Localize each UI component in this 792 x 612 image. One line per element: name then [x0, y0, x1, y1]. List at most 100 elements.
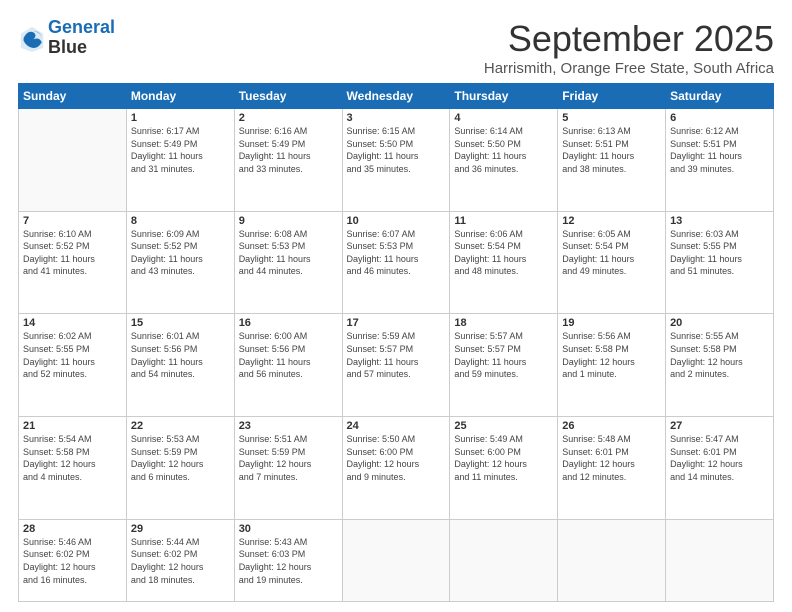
- table-row: [558, 519, 666, 601]
- day-number: 21: [23, 420, 122, 432]
- col-tuesday: Tuesday: [234, 84, 342, 109]
- day-info: Sunrise: 5:54 AM Sunset: 5:58 PM Dayligh…: [23, 433, 122, 483]
- day-info: Sunrise: 5:43 AM Sunset: 6:03 PM Dayligh…: [239, 536, 338, 586]
- day-info: Sunrise: 6:09 AM Sunset: 5:52 PM Dayligh…: [131, 228, 230, 278]
- day-number: 5: [562, 112, 661, 124]
- day-info: Sunrise: 6:00 AM Sunset: 5:56 PM Dayligh…: [239, 330, 338, 380]
- table-row: 1Sunrise: 6:17 AM Sunset: 5:49 PM Daylig…: [126, 109, 234, 212]
- table-row: 13Sunrise: 6:03 AM Sunset: 5:55 PM Dayli…: [666, 211, 774, 314]
- day-number: 19: [562, 317, 661, 329]
- day-number: 14: [23, 317, 122, 329]
- col-saturday: Saturday: [666, 84, 774, 109]
- day-info: Sunrise: 5:59 AM Sunset: 5:57 PM Dayligh…: [347, 330, 446, 380]
- logo-icon: [18, 24, 46, 52]
- table-row: 7Sunrise: 6:10 AM Sunset: 5:52 PM Daylig…: [19, 211, 127, 314]
- table-row: 18Sunrise: 5:57 AM Sunset: 5:57 PM Dayli…: [450, 314, 558, 417]
- week-row-5: 28Sunrise: 5:46 AM Sunset: 6:02 PM Dayli…: [19, 519, 774, 601]
- day-number: 10: [347, 215, 446, 227]
- day-info: Sunrise: 5:51 AM Sunset: 5:59 PM Dayligh…: [239, 433, 338, 483]
- day-number: 16: [239, 317, 338, 329]
- day-info: Sunrise: 5:47 AM Sunset: 6:01 PM Dayligh…: [670, 433, 769, 483]
- week-row-1: 1Sunrise: 6:17 AM Sunset: 5:49 PM Daylig…: [19, 109, 774, 212]
- table-row: 27Sunrise: 5:47 AM Sunset: 6:01 PM Dayli…: [666, 417, 774, 520]
- day-info: Sunrise: 6:12 AM Sunset: 5:51 PM Dayligh…: [670, 125, 769, 175]
- day-number: 9: [239, 215, 338, 227]
- day-info: Sunrise: 5:53 AM Sunset: 5:59 PM Dayligh…: [131, 433, 230, 483]
- day-number: 13: [670, 215, 769, 227]
- day-number: 6: [670, 112, 769, 124]
- header-row: Sunday Monday Tuesday Wednesday Thursday…: [19, 84, 774, 109]
- table-row: 28Sunrise: 5:46 AM Sunset: 6:02 PM Dayli…: [19, 519, 127, 601]
- table-row: 8Sunrise: 6:09 AM Sunset: 5:52 PM Daylig…: [126, 211, 234, 314]
- day-info: Sunrise: 6:02 AM Sunset: 5:55 PM Dayligh…: [23, 330, 122, 380]
- table-row: 22Sunrise: 5:53 AM Sunset: 5:59 PM Dayli…: [126, 417, 234, 520]
- day-number: 7: [23, 215, 122, 227]
- day-info: Sunrise: 6:05 AM Sunset: 5:54 PM Dayligh…: [562, 228, 661, 278]
- day-info: Sunrise: 5:49 AM Sunset: 6:00 PM Dayligh…: [454, 433, 553, 483]
- day-number: 26: [562, 420, 661, 432]
- table-row: 10Sunrise: 6:07 AM Sunset: 5:53 PM Dayli…: [342, 211, 450, 314]
- day-info: Sunrise: 6:03 AM Sunset: 5:55 PM Dayligh…: [670, 228, 769, 278]
- day-info: Sunrise: 5:46 AM Sunset: 6:02 PM Dayligh…: [23, 536, 122, 586]
- day-info: Sunrise: 6:16 AM Sunset: 5:49 PM Dayligh…: [239, 125, 338, 175]
- table-row: [19, 109, 127, 212]
- week-row-4: 21Sunrise: 5:54 AM Sunset: 5:58 PM Dayli…: [19, 417, 774, 520]
- table-row: 3Sunrise: 6:15 AM Sunset: 5:50 PM Daylig…: [342, 109, 450, 212]
- day-number: 25: [454, 420, 553, 432]
- day-number: 18: [454, 317, 553, 329]
- day-number: 30: [239, 523, 338, 535]
- logo: General Blue: [18, 18, 115, 58]
- day-info: Sunrise: 5:50 AM Sunset: 6:00 PM Dayligh…: [347, 433, 446, 483]
- header: General Blue September 2025 Harrismith, …: [18, 18, 774, 77]
- day-info: Sunrise: 6:06 AM Sunset: 5:54 PM Dayligh…: [454, 228, 553, 278]
- page: General Blue September 2025 Harrismith, …: [0, 0, 792, 612]
- table-row: 25Sunrise: 5:49 AM Sunset: 6:00 PM Dayli…: [450, 417, 558, 520]
- day-number: 24: [347, 420, 446, 432]
- logo-text: General Blue: [48, 18, 115, 58]
- day-info: Sunrise: 5:56 AM Sunset: 5:58 PM Dayligh…: [562, 330, 661, 380]
- day-number: 4: [454, 112, 553, 124]
- day-info: Sunrise: 6:08 AM Sunset: 5:53 PM Dayligh…: [239, 228, 338, 278]
- col-wednesday: Wednesday: [342, 84, 450, 109]
- day-info: Sunrise: 6:14 AM Sunset: 5:50 PM Dayligh…: [454, 125, 553, 175]
- table-row: [342, 519, 450, 601]
- day-info: Sunrise: 6:10 AM Sunset: 5:52 PM Dayligh…: [23, 228, 122, 278]
- day-number: 8: [131, 215, 230, 227]
- table-row: 29Sunrise: 5:44 AM Sunset: 6:02 PM Dayli…: [126, 519, 234, 601]
- table-row: 12Sunrise: 6:05 AM Sunset: 5:54 PM Dayli…: [558, 211, 666, 314]
- day-info: Sunrise: 6:17 AM Sunset: 5:49 PM Dayligh…: [131, 125, 230, 175]
- subtitle: Harrismith, Orange Free State, South Afr…: [484, 60, 774, 77]
- day-number: 20: [670, 317, 769, 329]
- day-number: 28: [23, 523, 122, 535]
- day-info: Sunrise: 6:15 AM Sunset: 5:50 PM Dayligh…: [347, 125, 446, 175]
- day-number: 12: [562, 215, 661, 227]
- day-number: 17: [347, 317, 446, 329]
- day-info: Sunrise: 5:48 AM Sunset: 6:01 PM Dayligh…: [562, 433, 661, 483]
- day-number: 3: [347, 112, 446, 124]
- day-number: 22: [131, 420, 230, 432]
- table-row: 14Sunrise: 6:02 AM Sunset: 5:55 PM Dayli…: [19, 314, 127, 417]
- table-row: 11Sunrise: 6:06 AM Sunset: 5:54 PM Dayli…: [450, 211, 558, 314]
- day-info: Sunrise: 6:13 AM Sunset: 5:51 PM Dayligh…: [562, 125, 661, 175]
- title-area: September 2025 Harrismith, Orange Free S…: [484, 18, 774, 77]
- table-row: 6Sunrise: 6:12 AM Sunset: 5:51 PM Daylig…: [666, 109, 774, 212]
- col-monday: Monday: [126, 84, 234, 109]
- day-number: 29: [131, 523, 230, 535]
- table-row: 23Sunrise: 5:51 AM Sunset: 5:59 PM Dayli…: [234, 417, 342, 520]
- table-row: 5Sunrise: 6:13 AM Sunset: 5:51 PM Daylig…: [558, 109, 666, 212]
- day-info: Sunrise: 6:07 AM Sunset: 5:53 PM Dayligh…: [347, 228, 446, 278]
- table-row: 19Sunrise: 5:56 AM Sunset: 5:58 PM Dayli…: [558, 314, 666, 417]
- day-info: Sunrise: 5:44 AM Sunset: 6:02 PM Dayligh…: [131, 536, 230, 586]
- table-row: 16Sunrise: 6:00 AM Sunset: 5:56 PM Dayli…: [234, 314, 342, 417]
- table-row: 20Sunrise: 5:55 AM Sunset: 5:58 PM Dayli…: [666, 314, 774, 417]
- table-row: 2Sunrise: 6:16 AM Sunset: 5:49 PM Daylig…: [234, 109, 342, 212]
- day-number: 1: [131, 112, 230, 124]
- week-row-2: 7Sunrise: 6:10 AM Sunset: 5:52 PM Daylig…: [19, 211, 774, 314]
- week-row-3: 14Sunrise: 6:02 AM Sunset: 5:55 PM Dayli…: [19, 314, 774, 417]
- day-number: 15: [131, 317, 230, 329]
- day-info: Sunrise: 5:57 AM Sunset: 5:57 PM Dayligh…: [454, 330, 553, 380]
- table-row: 15Sunrise: 6:01 AM Sunset: 5:56 PM Dayli…: [126, 314, 234, 417]
- day-info: Sunrise: 5:55 AM Sunset: 5:58 PM Dayligh…: [670, 330, 769, 380]
- table-row: 9Sunrise: 6:08 AM Sunset: 5:53 PM Daylig…: [234, 211, 342, 314]
- day-number: 11: [454, 215, 553, 227]
